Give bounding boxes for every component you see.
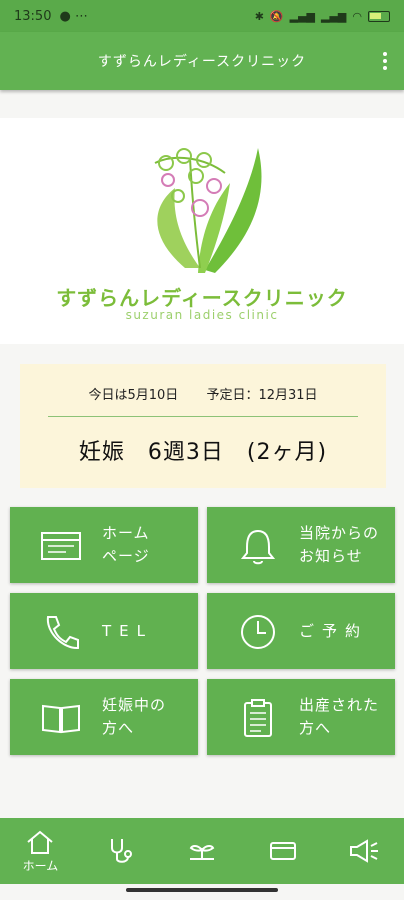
- news-label: 当院からの お知らせ: [299, 524, 380, 565]
- bell-icon: [240, 529, 276, 565]
- delivered-label: 出産された 方へ: [299, 696, 380, 737]
- news-button[interactable]: 当院からの お知らせ: [207, 507, 395, 583]
- homepage-button[interactable]: ホーム ページ: [10, 507, 198, 583]
- nav-medical[interactable]: [86, 836, 156, 866]
- gesture-bar[interactable]: [126, 888, 278, 892]
- pregnancy-info-card: 今日は5月10日 予定日：12月31日 妊娠 6週3日 (2ヶ月): [20, 364, 386, 488]
- megaphone-icon: [349, 839, 378, 863]
- delivered-button[interactable]: 出産された 方へ: [207, 679, 395, 755]
- nav-growth[interactable]: [167, 836, 237, 866]
- status-time: 13:50: [14, 8, 52, 24]
- bluetooth-icon: ✱: [254, 9, 264, 23]
- clinic-logo: すずらんレディースクリニック suzuran ladies clinic: [0, 118, 404, 344]
- homepage-label: ホーム ページ: [102, 524, 150, 565]
- pregnant-label: 妊娠中の 方へ: [102, 696, 167, 737]
- pregnancy-status: 妊娠 6週3日 (2ヶ月): [78, 440, 328, 465]
- reservation-button[interactable]: ご予約: [207, 593, 395, 669]
- reservation-label: ご予約: [299, 621, 369, 640]
- status-bar: 13:50 ● ⋯ ✱ 🔕 ▂▄▆ ▂▄▆ ◠: [0, 0, 404, 32]
- nav-home-label: ホーム: [22, 858, 59, 873]
- stethoscope-icon: [111, 839, 133, 863]
- today-date: 今日は5月10日: [88, 388, 179, 403]
- home-icon: [27, 830, 54, 854]
- logo-name-jp: すずらんレディースクリニック: [56, 286, 348, 310]
- clipboard-icon: [244, 699, 272, 737]
- clock-icon: [241, 615, 275, 649]
- notification-icons: ● ⋯: [59, 8, 88, 24]
- app-bar: すずらんレディースクリニック: [0, 32, 404, 90]
- app-title: すずらんレディースクリニック: [97, 54, 307, 70]
- signal-icon-2: ▂▄▆: [321, 9, 347, 23]
- nav-card[interactable]: [248, 836, 318, 866]
- pregnant-button[interactable]: 妊娠中の 方へ: [10, 679, 198, 755]
- bottom-nav: ホーム: [0, 818, 404, 884]
- mute-icon: 🔕: [269, 9, 284, 23]
- wifi-icon: ◠: [352, 9, 362, 23]
- book-icon: [42, 704, 80, 734]
- homepage-icon: [41, 532, 81, 560]
- due-date: 予定日：12月31日: [206, 388, 318, 403]
- more-menu-icon[interactable]: [382, 52, 388, 70]
- divider: [48, 416, 358, 417]
- sprout-icon: [189, 845, 215, 860]
- nav-home[interactable]: ホーム: [5, 829, 75, 874]
- card-icon: [269, 842, 296, 860]
- battery-icon: [368, 10, 390, 22]
- gesture-area: [0, 884, 404, 900]
- phone-icon: [46, 616, 79, 650]
- tel-label: TEL: [102, 621, 153, 640]
- tel-button[interactable]: TEL: [10, 593, 198, 669]
- logo-name-en: suzuran ladies clinic: [125, 308, 279, 322]
- signal-icon: ▂▄▆: [289, 9, 315, 23]
- nav-announce[interactable]: [329, 836, 399, 866]
